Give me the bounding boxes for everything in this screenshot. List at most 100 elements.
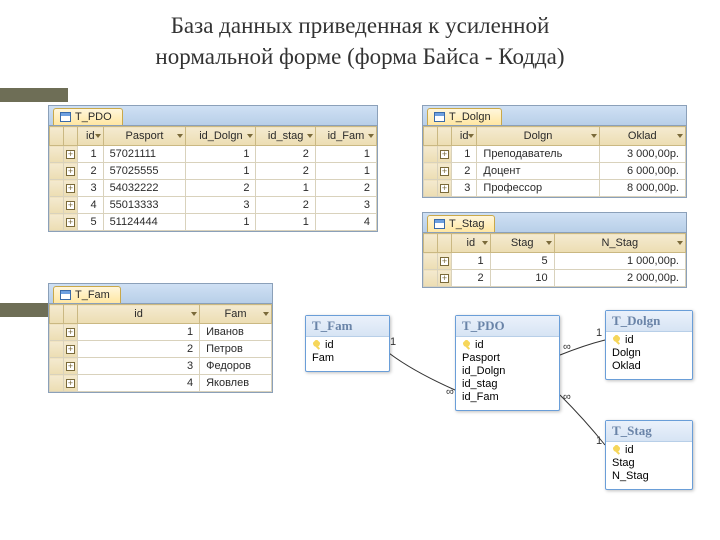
tab-stag[interactable]: T_Stag bbox=[427, 215, 495, 232]
expand-icon[interactable]: + bbox=[66, 150, 75, 159]
cell[interactable]: 2 bbox=[78, 341, 200, 358]
col-oklad[interactable]: Oklad bbox=[599, 127, 685, 146]
table-row[interactable]: +2Доцент6 000,00р. bbox=[424, 163, 686, 180]
col-id[interactable]: id bbox=[78, 305, 200, 324]
expand-icon[interactable]: + bbox=[440, 167, 449, 176]
cell[interactable]: 3 bbox=[186, 197, 256, 214]
table-row[interactable]: +354032222212 bbox=[50, 180, 377, 197]
cell[interactable]: 1 bbox=[78, 146, 104, 163]
cell[interactable]: 54032222 bbox=[103, 180, 186, 197]
cell[interactable]: Петров bbox=[200, 341, 272, 358]
cell[interactable]: Преподаватель bbox=[477, 146, 599, 163]
cell[interactable]: 1 bbox=[256, 180, 315, 197]
cell[interactable]: 1 bbox=[186, 214, 256, 231]
table-icon bbox=[60, 290, 71, 300]
cell[interactable]: 57021111 bbox=[103, 146, 186, 163]
table-row[interactable]: +4Яковлев bbox=[50, 375, 272, 392]
expand-header bbox=[64, 127, 78, 146]
cell[interactable]: 3 000,00р. bbox=[599, 146, 685, 163]
cell[interactable]: 6 000,00р. bbox=[599, 163, 685, 180]
table-row[interactable]: +3Федоров bbox=[50, 358, 272, 375]
cell[interactable]: 4 bbox=[315, 214, 376, 231]
expand-icon[interactable]: + bbox=[440, 184, 449, 193]
col-pasport[interactable]: Pasport bbox=[103, 127, 186, 146]
table-pdo: T_PDO id Pasport id_Dolgn id_stag id_Fam… bbox=[48, 105, 378, 232]
cell[interactable]: 1 bbox=[256, 214, 315, 231]
cell[interactable]: 4 bbox=[78, 375, 200, 392]
col-id[interactable]: id bbox=[78, 127, 104, 146]
cell[interactable]: 2 bbox=[452, 163, 477, 180]
cell[interactable]: 3 bbox=[78, 180, 104, 197]
cell[interactable]: 1 bbox=[186, 163, 256, 180]
cell[interactable]: 3 bbox=[452, 180, 477, 197]
table-row[interactable]: +1Иванов bbox=[50, 324, 272, 341]
cell[interactable]: 1 bbox=[452, 146, 477, 163]
table-row[interactable]: +157021111121 bbox=[50, 146, 377, 163]
cell[interactable]: 3 bbox=[315, 197, 376, 214]
table-row[interactable]: +257025555121 bbox=[50, 163, 377, 180]
expand-icon[interactable]: + bbox=[66, 379, 75, 388]
col-id[interactable]: id bbox=[452, 127, 477, 146]
cell[interactable]: 10 bbox=[490, 270, 554, 287]
table-row[interactable]: +2Петров bbox=[50, 341, 272, 358]
cell[interactable]: 2 bbox=[256, 146, 315, 163]
expand-icon[interactable]: + bbox=[66, 218, 75, 227]
box-pdo[interactable]: T_PDO id Pasport id_Dolgn id_stag id_Fam bbox=[455, 315, 560, 411]
expand-icon[interactable]: + bbox=[440, 150, 449, 159]
cell[interactable]: 1 bbox=[315, 146, 376, 163]
expand-icon[interactable]: + bbox=[66, 167, 75, 176]
cell[interactable]: 2 000,00р. bbox=[554, 270, 685, 287]
box-fam[interactable]: T_Fam id Fam bbox=[305, 315, 390, 372]
cell[interactable]: 2 bbox=[315, 180, 376, 197]
expand-icon[interactable]: + bbox=[66, 345, 75, 354]
expand-icon[interactable]: + bbox=[66, 184, 75, 193]
box-dolgn[interactable]: T_Dolgn id Dolgn Oklad bbox=[605, 310, 693, 380]
col-iddolgn[interactable]: id_Dolgn bbox=[186, 127, 256, 146]
expand-icon[interactable]: + bbox=[440, 274, 449, 283]
table-row[interactable]: +3Профессор8 000,00р. bbox=[424, 180, 686, 197]
col-nstag[interactable]: N_Stag bbox=[554, 234, 685, 253]
cell[interactable]: 2 bbox=[256, 163, 315, 180]
cell[interactable]: Доцент bbox=[477, 163, 599, 180]
cell[interactable]: 2 bbox=[452, 270, 491, 287]
expand-icon[interactable]: + bbox=[66, 201, 75, 210]
cell[interactable]: Профессор bbox=[477, 180, 599, 197]
cell[interactable]: 2 bbox=[256, 197, 315, 214]
expand-icon[interactable]: + bbox=[440, 257, 449, 266]
cell[interactable]: 57025555 bbox=[103, 163, 186, 180]
col-id[interactable]: id bbox=[452, 234, 491, 253]
cell[interactable]: 1 bbox=[78, 324, 200, 341]
box-stag[interactable]: T_Stag id Stag N_Stag bbox=[605, 420, 693, 490]
cell[interactable]: Иванов bbox=[200, 324, 272, 341]
cell[interactable]: 8 000,00р. bbox=[599, 180, 685, 197]
cell[interactable]: 1 000,00р. bbox=[554, 253, 685, 270]
table-row[interactable]: +551124444114 bbox=[50, 214, 377, 231]
col-fam[interactable]: Fam bbox=[200, 305, 272, 324]
cell[interactable]: Федоров bbox=[200, 358, 272, 375]
col-stag[interactable]: Stag bbox=[490, 234, 554, 253]
col-idstag[interactable]: id_stag bbox=[256, 127, 315, 146]
cell[interactable]: 2 bbox=[78, 163, 104, 180]
cell[interactable]: 51124444 bbox=[103, 214, 186, 231]
expand-icon[interactable]: + bbox=[66, 328, 75, 337]
expand-icon[interactable]: + bbox=[66, 362, 75, 371]
table-row[interactable]: +455013333323 bbox=[50, 197, 377, 214]
cell[interactable]: 1 bbox=[186, 146, 256, 163]
cell[interactable]: 5 bbox=[490, 253, 554, 270]
tab-dolgn[interactable]: T_Dolgn bbox=[427, 108, 502, 125]
cell[interactable]: 55013333 bbox=[103, 197, 186, 214]
col-idfam[interactable]: id_Fam bbox=[315, 127, 376, 146]
tab-fam[interactable]: T_Fam bbox=[53, 286, 121, 303]
cell[interactable]: 5 bbox=[78, 214, 104, 231]
tab-pdo[interactable]: T_PDO bbox=[53, 108, 123, 125]
cell[interactable]: 4 bbox=[78, 197, 104, 214]
cell[interactable]: 3 bbox=[78, 358, 200, 375]
cell[interactable]: 2 bbox=[186, 180, 256, 197]
table-row[interactable]: +151 000,00р. bbox=[424, 253, 686, 270]
table-row[interactable]: +2102 000,00р. bbox=[424, 270, 686, 287]
cell[interactable]: 1 bbox=[452, 253, 491, 270]
col-dolgn[interactable]: Dolgn bbox=[477, 127, 599, 146]
cell[interactable]: 1 bbox=[315, 163, 376, 180]
table-row[interactable]: +1Преподаватель3 000,00р. bbox=[424, 146, 686, 163]
cell[interactable]: Яковлев bbox=[200, 375, 272, 392]
